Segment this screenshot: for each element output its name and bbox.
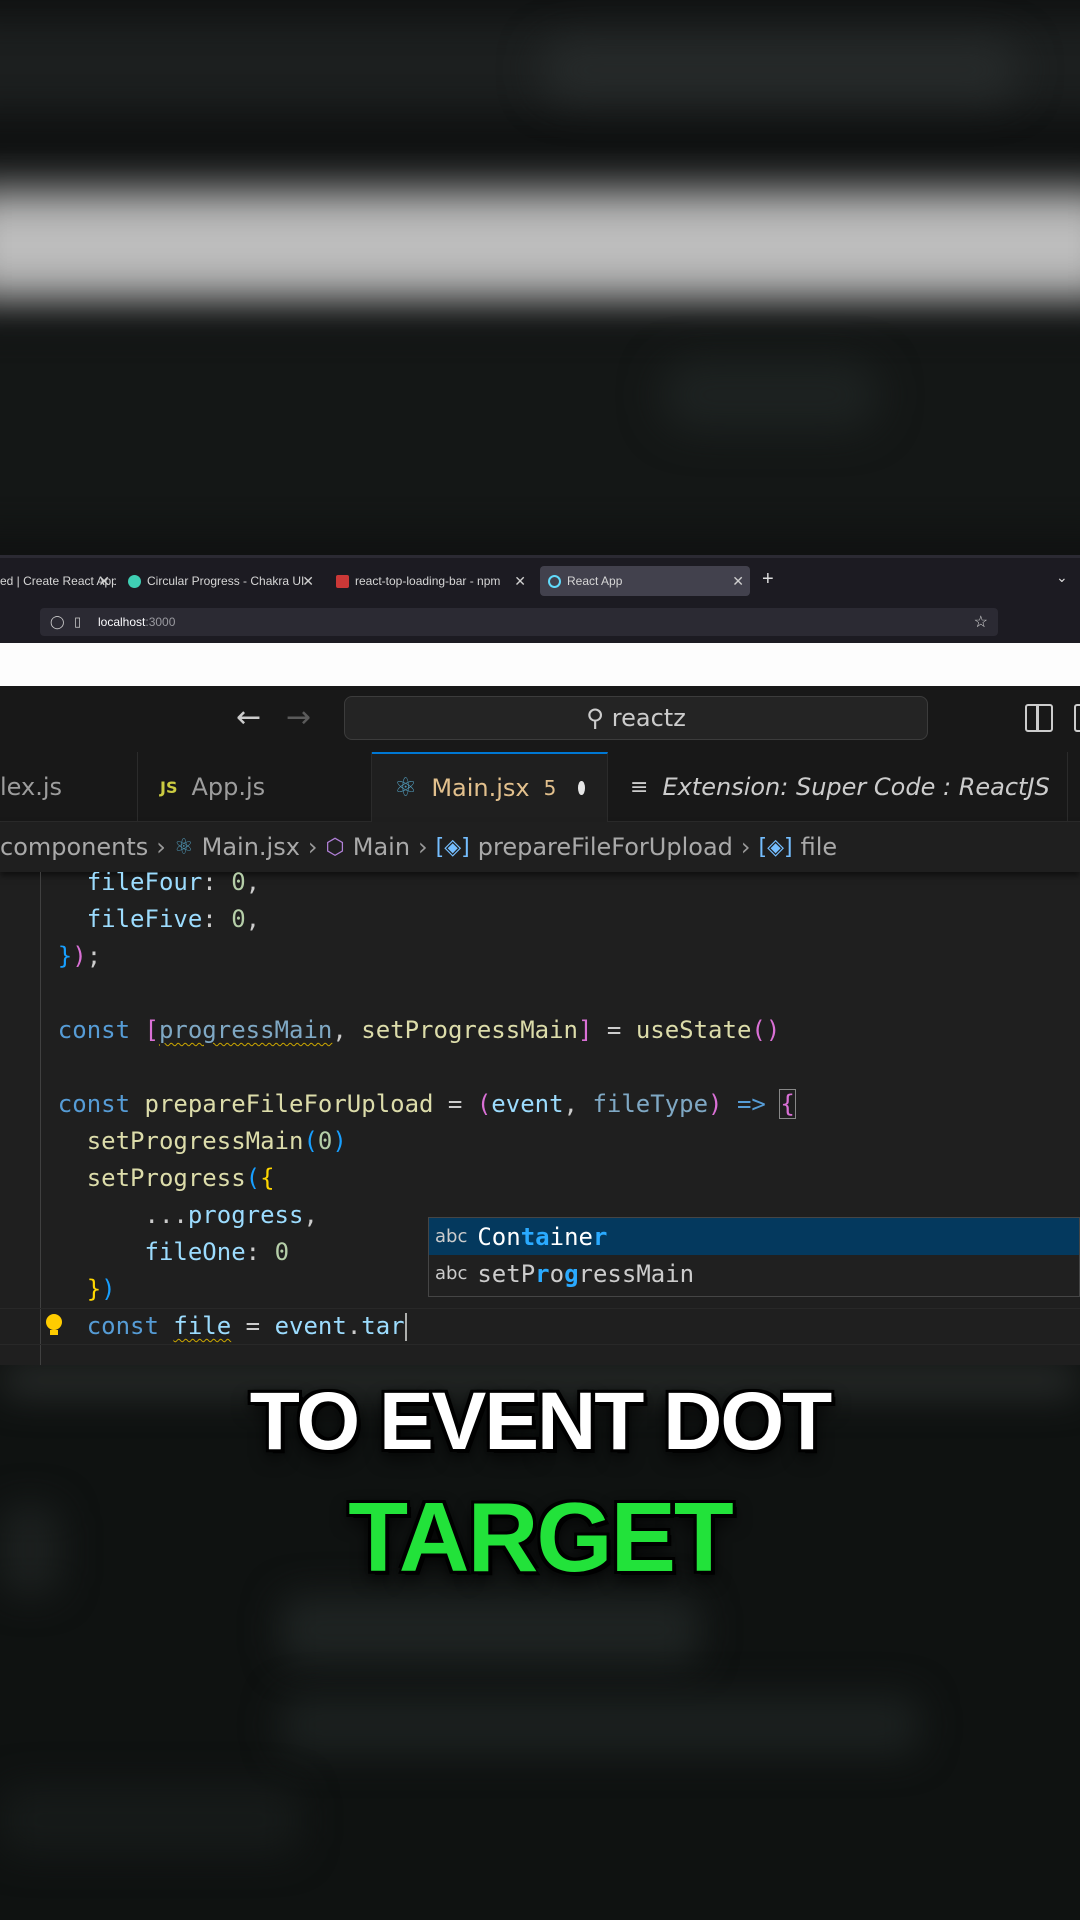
browser-tab-active[interactable]: React App ✕: [540, 566, 750, 596]
browser-tab[interactable]: Circular Progress - Chakra UI ✕: [120, 566, 320, 596]
browser-tab-title: Circular Progress - Chakra UI: [147, 574, 305, 588]
title-bar: ← → ⚲ reactz: [0, 686, 1080, 752]
preview-lines-icon: ≡: [630, 774, 649, 800]
editor-tab-label: Extension: Super Code : ReactJS: [662, 773, 1050, 801]
url-port: :3000: [145, 615, 176, 629]
search-icon: ⚲: [586, 704, 604, 732]
browser-tab-bar: ed | Create React App ✕ Circular Progres…: [0, 566, 1080, 596]
browser-chrome: ed | Create React App ✕ Circular Progres…: [0, 555, 1080, 643]
unsaved-dot-icon[interactable]: [578, 781, 585, 795]
editor-tab-label: App.js: [191, 773, 266, 801]
code-line: fileFour: 0,: [86, 872, 261, 896]
forward-arrow-icon[interactable]: →: [286, 700, 311, 735]
close-icon[interactable]: ✕: [732, 573, 744, 590]
editor-tab-label: Main.jsx: [431, 774, 530, 802]
breadcrumb-item[interactable]: file: [801, 833, 838, 861]
suggestion-item-selected[interactable]: abc Container: [429, 1218, 1079, 1255]
text-cursor: [404, 1313, 407, 1341]
caption-line-2: TARGET: [348, 1482, 734, 1592]
suggestion-label: setProgressMain: [477, 1259, 695, 1288]
breadcrumb-item[interactable]: components: [0, 833, 148, 861]
breadcrumb-item[interactable]: Main.jsx: [202, 833, 300, 861]
toggle-sidebar-icon[interactable]: [1025, 704, 1053, 732]
close-icon[interactable]: ✕: [514, 573, 526, 590]
text-kind-icon: abc: [435, 1263, 468, 1284]
page-icon: ▯: [74, 614, 82, 629]
variable-icon: [◈]: [758, 834, 793, 860]
chevron-right-icon: ›: [156, 833, 166, 861]
code-line: setProgressMain(0): [86, 1127, 347, 1155]
variable-icon: [◈]: [435, 834, 470, 860]
lightbulb-icon[interactable]: [46, 1314, 62, 1336]
browser-tab-title: react-top-loading-bar - npm: [355, 574, 501, 588]
code-line: fileOne: 0: [144, 1238, 290, 1266]
problem-count-badge: 5: [543, 776, 557, 800]
chevron-right-icon: ›: [740, 833, 751, 861]
close-icon[interactable]: ✕: [98, 573, 110, 590]
caption-line-1: TO EVENT DOT: [249, 1376, 832, 1467]
browser-tab[interactable]: react-top-loading-bar - npm ✕: [328, 566, 532, 596]
code-line: setProgress({: [86, 1164, 275, 1192]
breadcrumb-item[interactable]: Main: [353, 833, 410, 861]
editor-tab-active[interactable]: ⚛ Main.jsx 5: [372, 752, 608, 822]
command-center-search[interactable]: ⚲ reactz: [344, 696, 928, 740]
breadcrumb-item[interactable]: prepareFileForUpload: [478, 833, 733, 861]
npm-icon: [336, 574, 349, 588]
suggestion-item[interactable]: abc setProgressMain: [429, 1255, 1079, 1292]
code-line: const [progressMain, setProgressMain] = …: [57, 1016, 781, 1044]
text-kind-icon: abc: [435, 1226, 468, 1247]
react-icon: [548, 574, 561, 588]
bookmark-star-icon[interactable]: ☆: [974, 612, 988, 632]
editor-tab-bar: lex.js JS App.js ⚛ Main.jsx 5 ≡ Extensio…: [0, 752, 1080, 822]
suggestion-label: Container: [477, 1222, 608, 1251]
back-arrow-icon[interactable]: ←: [236, 700, 261, 735]
new-tab-button[interactable]: +: [762, 568, 774, 591]
browser-tab[interactable]: ed | Create React App ✕: [0, 566, 116, 596]
video-caption: TO EVENT DOT TARGET: [0, 1365, 1080, 1594]
code-line: }): [86, 1275, 116, 1303]
breadcrumb: components › ⚛ Main.jsx › ⬡ Main › [◈] p…: [0, 822, 1080, 872]
chevron-down-icon[interactable]: ⌄: [1056, 570, 1068, 586]
page-content-strip: [0, 643, 1080, 686]
editor-tab[interactable]: lex.js: [0, 752, 138, 822]
close-icon[interactable]: ✕: [302, 573, 314, 590]
blurred-background-top: [0, 0, 1080, 555]
code-line: ...progress,: [0, 1201, 318, 1229]
url-host: localhost: [98, 615, 146, 629]
editor-tab-label: lex.js: [0, 773, 63, 801]
javascript-file-icon: JS: [160, 777, 178, 797]
browser-tab-title: React App: [567, 574, 623, 588]
code-line: const prepareFileForUpload = (event, fil…: [57, 1089, 796, 1119]
code-line: });: [57, 942, 102, 970]
search-text: reactz: [611, 704, 686, 732]
url-bar[interactable]: ◯ ▯ localhost:3000 ☆: [40, 608, 998, 636]
editor-tab[interactable]: ≡ Extension: Super Code : ReactJS: [608, 752, 1068, 822]
react-file-icon: ⚛: [173, 834, 194, 860]
component-cube-icon: ⬡: [325, 834, 345, 860]
toggle-panel-icon[interactable]: [1074, 704, 1080, 732]
react-file-icon: ⚛: [394, 773, 418, 803]
editor-tab[interactable]: JS App.js: [138, 752, 372, 822]
shield-icon: ◯: [50, 614, 65, 629]
chevron-right-icon: ›: [307, 833, 318, 861]
code-line: fileFive: 0,: [86, 905, 261, 933]
chakra-icon: [128, 574, 141, 588]
autocomplete-suggestions: abc Container abc setProgressMain: [428, 1217, 1080, 1297]
chevron-right-icon: ›: [418, 833, 428, 861]
